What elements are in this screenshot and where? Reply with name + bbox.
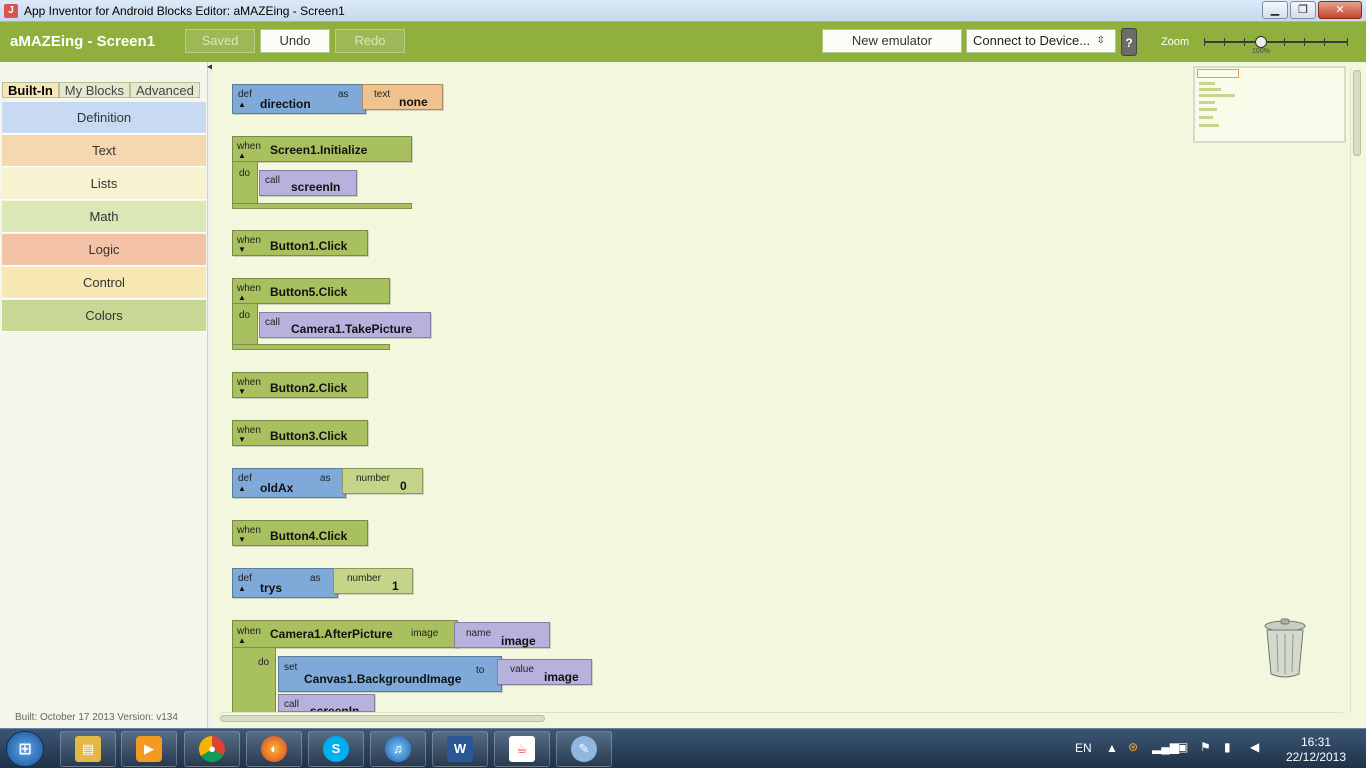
event-block-camera1-afterpicture[interactable]: when ▲ Camera1.AfterPicture image — [232, 620, 458, 648]
start-button[interactable]: ⊞ — [6, 731, 44, 767]
chrome-taskbar-icon[interactable]: ● — [184, 731, 240, 767]
window-controls: ▁ ❐ ✕ — [1262, 1, 1362, 19]
number-block-1[interactable]: number 1 — [333, 568, 413, 594]
build-info: Built: October 17 2013 Version: v134 — [15, 712, 178, 723]
expand-triangle-icon[interactable]: ▼ — [238, 435, 246, 444]
word-taskbar-icon[interactable]: W — [432, 731, 488, 767]
drawer-colors[interactable]: Colors — [2, 300, 206, 332]
number-block-0[interactable]: number 0 — [342, 468, 423, 494]
name-block-image[interactable]: name image — [454, 622, 550, 648]
java-app-icon: J — [4, 3, 18, 18]
saved-button[interactable]: Saved — [185, 29, 255, 53]
expand-triangle-icon[interactable]: ▼ — [238, 387, 246, 396]
connect-device-select[interactable]: Connect to Device... ⇳ — [966, 29, 1116, 53]
expand-triangle-icon[interactable]: ▼ — [238, 245, 246, 254]
drawer-math[interactable]: Math — [2, 201, 206, 233]
collapse-triangle-icon[interactable]: ▲ — [238, 484, 246, 493]
action-center-flag-icon[interactable]: ⚑ — [1200, 740, 1211, 768]
explorer-taskbar-icon[interactable]: ▤ — [60, 731, 116, 767]
call-block-screenin-2[interactable]: call screenIn — [278, 694, 375, 712]
close-button[interactable]: ✕ — [1318, 1, 1362, 19]
drawer-definition[interactable]: Definition — [2, 102, 206, 134]
minimap-viewport[interactable] — [1197, 69, 1239, 78]
media-player-taskbar-icon[interactable]: ▶ — [121, 731, 177, 767]
tab-my-blocks[interactable]: My Blocks — [58, 82, 130, 98]
firefox-taskbar-icon[interactable]: ◐ — [246, 731, 302, 767]
def-block-oldax[interactable]: def ▲ oldAx as — [232, 468, 346, 498]
call-block-takepicture[interactable]: call Camera1.TakePicture — [259, 312, 431, 338]
itunes-taskbar-icon[interactable]: ♫ — [370, 731, 426, 767]
tab-advanced[interactable]: Advanced — [130, 82, 200, 98]
zoom-value: 100% — [1252, 48, 1270, 55]
collapse-triangle-icon[interactable]: ▲ — [238, 100, 246, 109]
blocks-sidebar: Built-In My Blocks Advanced Definition T… — [0, 62, 208, 728]
collapse-triangle-icon[interactable]: ▲ — [238, 636, 246, 645]
network-icon[interactable]: ▣ — [1177, 740, 1188, 768]
volume-icon[interactable]: ◀ — [1250, 740, 1259, 768]
event-block-button4-click[interactable]: when ▼ Button4.Click — [232, 520, 368, 546]
collapse-triangle-icon[interactable]: ▲ — [238, 151, 246, 160]
trash-icon[interactable] — [1262, 618, 1308, 678]
drawer-control[interactable]: Control — [2, 267, 206, 299]
event-block-button1-click[interactable]: when ▼ Button1.Click — [232, 230, 368, 256]
show-hidden-icons-icon[interactable]: ▲ — [1106, 741, 1118, 768]
event-block-button5-click[interactable]: when ▲ Button5.Click — [232, 278, 390, 304]
editor-toolbar: aMAZEing - Screen1 Saved Undo Redo New e… — [0, 22, 1366, 62]
event-block-screen1-initialize[interactable]: when ▲ Screen1.Initialize — [232, 136, 412, 162]
undo-button[interactable]: Undo — [260, 29, 330, 53]
battery-icon[interactable]: ▮ — [1224, 740, 1231, 768]
collapse-triangle-icon[interactable]: ▲ — [238, 584, 246, 593]
vertical-scrollbar[interactable] — [1350, 68, 1362, 712]
drawer-lists[interactable]: Lists — [2, 168, 206, 200]
phone-help-icon[interactable]: ? — [1121, 28, 1137, 56]
zoom-label: Zoom — [1161, 36, 1190, 48]
horizontal-scrollbar[interactable] — [218, 712, 1346, 724]
expand-triangle-icon[interactable]: ▼ — [238, 535, 246, 544]
java-taskbar-icon[interactable]: ☕ — [494, 731, 550, 767]
project-title: aMAZEing - Screen1 — [10, 33, 156, 50]
update-icon[interactable]: ⊛ — [1128, 740, 1138, 768]
drawer-logic[interactable]: Logic — [2, 234, 206, 266]
new-emulator-button[interactable]: New emulator — [822, 29, 962, 53]
window-titlebar: J App Inventor for Android Blocks Editor… — [0, 0, 1366, 22]
system-clock[interactable]: 16:31 22/12/2013 — [1280, 735, 1352, 765]
tab-built-in[interactable]: Built-In — [2, 82, 59, 98]
collapse-triangle-icon[interactable]: ▲ — [238, 293, 246, 302]
call-block-screenin[interactable]: call screenIn — [259, 170, 357, 196]
connect-device-label: Connect to Device... — [973, 33, 1091, 48]
workspace-minimap[interactable] — [1193, 66, 1346, 143]
event-block-button3-click[interactable]: when ▼ Button3.Click — [232, 420, 368, 446]
skype-taskbar-icon[interactable]: S — [308, 731, 364, 767]
zoom-slider-knob[interactable] — [1255, 36, 1267, 48]
def-block-direction[interactable]: def ▲ direction as — [232, 84, 366, 114]
minimize-button[interactable]: ▁ — [1262, 1, 1288, 19]
drawer-tabs: Built-In My Blocks Advanced — [2, 82, 200, 98]
window-title: App Inventor for Android Blocks Editor: … — [24, 3, 345, 18]
clock-date: 22/12/2013 — [1285, 750, 1347, 764]
windows-taskbar: ⊞ ▤ ▶ ● ◐ S ♫ W ☕ ✎ EN ▲ ⊛ ▂▄▆ ▣ ⚑ ▮ ◀ 1… — [0, 728, 1366, 768]
dropdown-icon: ⇳ — [1096, 35, 1105, 46]
signal-icon[interactable]: ▂▄▆ — [1152, 740, 1179, 768]
event-block-button2-click[interactable]: when ▼ Button2.Click — [232, 372, 368, 398]
redo-button[interactable]: Redo — [335, 29, 405, 53]
paint-taskbar-icon[interactable]: ✎ — [556, 731, 612, 767]
set-block-canvas1-backgroundimage[interactable]: set Canvas1.BackgroundImage to — [278, 656, 502, 692]
def-block-trys[interactable]: def ▲ trys as — [232, 568, 338, 598]
value-block-image[interactable]: value image — [497, 659, 592, 685]
text-block-none[interactable]: text none — [362, 84, 443, 110]
def-name: direction — [260, 97, 311, 111]
maximize-button[interactable]: ❐ — [1290, 1, 1316, 19]
clock-time: 16:31 — [1300, 735, 1332, 749]
language-indicator[interactable]: EN — [1075, 741, 1092, 768]
zoom-slider-track[interactable] — [1204, 38, 1348, 46]
drawer-text[interactable]: Text — [2, 135, 206, 167]
